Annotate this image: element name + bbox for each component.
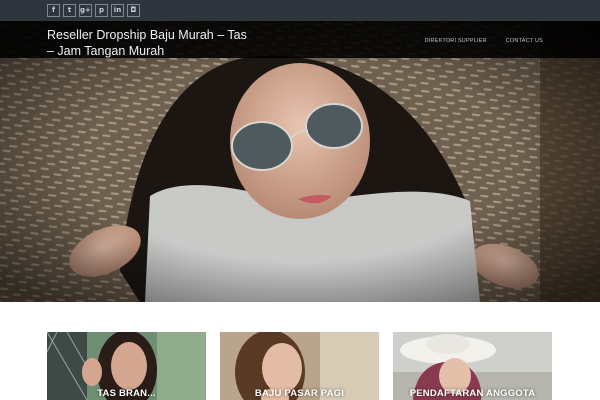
google-plus-icon[interactable]: g+ — [79, 4, 92, 17]
social-bar: f t g+ p in ◘ — [0, 0, 600, 21]
card-pendaftaran-anggota[interactable]: PENDAFTARAN ANGGOTA — [393, 332, 552, 400]
card-label: PENDAFTARAN ANGGOTA — [409, 388, 536, 399]
social-links: f t g+ p in ◘ — [47, 4, 140, 17]
linkedin-icon[interactable]: in — [111, 4, 124, 17]
card-label: TAS BRAN... — [97, 388, 156, 399]
facebook-icon[interactable]: f — [47, 4, 60, 17]
featured-cards: TAS BRAN... BAJU PASAR PAGI PENDAFTARAN … — [47, 332, 553, 400]
nav-item-contact-us[interactable]: CONTACT US — [506, 38, 543, 44]
hero-image — [0, 21, 600, 302]
card-label: BAJU PASAR PAGI — [254, 388, 345, 399]
nav-item-direktori-supplier[interactable]: DIREKTORI SUPPLIER — [425, 38, 487, 44]
hero-banner — [0, 21, 600, 302]
instagram-icon[interactable]: ◘ — [127, 4, 140, 17]
card-baju-pasar-pagi[interactable]: BAJU PASAR PAGI — [220, 332, 379, 400]
site-title[interactable]: Reseller Dropship Baju Murah – Tas – Jam… — [47, 27, 247, 59]
twitter-icon[interactable]: t — [63, 4, 76, 17]
main-nav: DIREKTORI SUPPLIER CONTACT US — [425, 38, 543, 44]
site-header: Reseller Dropship Baju Murah – Tas – Jam… — [0, 21, 600, 58]
pinterest-icon[interactable]: p — [95, 4, 108, 17]
card-tas-branded[interactable]: TAS BRAN... — [47, 332, 206, 400]
